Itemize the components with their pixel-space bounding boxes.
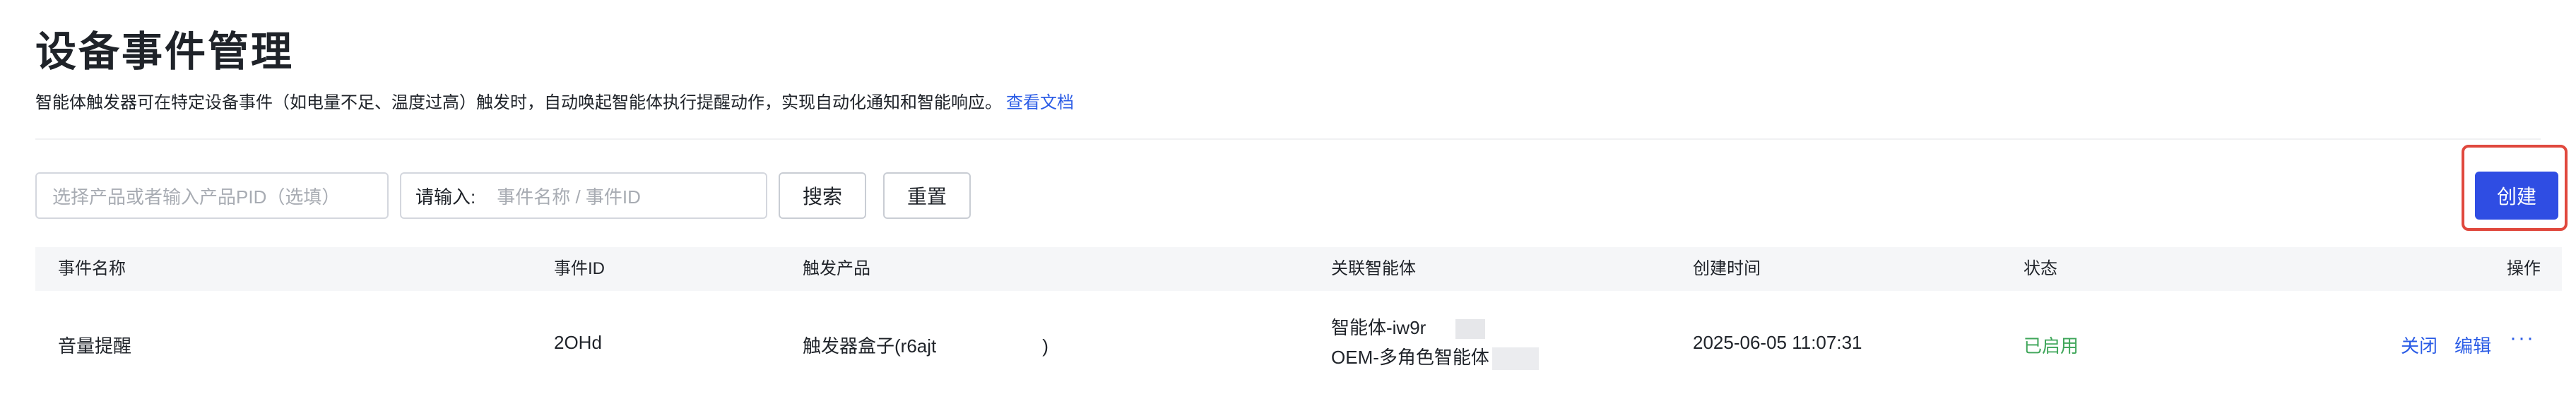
- column-actions: 操作: [2507, 259, 2541, 278]
- trigger-product-cell: 触发器盒子(r6ajt): [803, 332, 1048, 359]
- trigger-product-name: 触发器盒子(r6ajt: [803, 335, 937, 357]
- description-text: 智能体触发器可在特定设备事件（如电量不足、温度过高）触发时，自动唤起智能体执行提…: [35, 93, 1002, 112]
- page-title: 设备事件管理: [35, 29, 295, 75]
- linked-agent-1-label: 智能体-iw9r: [1331, 317, 1426, 338]
- event-name-cell: 音量提醒: [58, 335, 132, 357]
- product-select[interactable]: 选择产品或者输入产品PID（选填）: [35, 172, 389, 219]
- column-event-id: 事件ID: [554, 259, 605, 278]
- redaction-block: [1455, 319, 1486, 340]
- header-divider: [35, 138, 2541, 140]
- created-time-cell: 2025-06-05 11:07:31: [1693, 332, 1862, 353]
- edit-action-link[interactable]: 编辑: [2454, 332, 2491, 358]
- search-button[interactable]: 搜索: [779, 172, 866, 219]
- linked-agent-2[interactable]: OEM-多角色智能体: [1331, 343, 1539, 371]
- reset-button[interactable]: 重置: [883, 172, 971, 219]
- column-event-name: 事件名称: [58, 259, 126, 278]
- redaction-block: [1491, 347, 1539, 371]
- keyword-search-input[interactable]: 请输入: 事件名称 / 事件ID: [400, 172, 767, 219]
- column-created-time: 创建时间: [1693, 259, 1761, 278]
- page-description: 智能体触发器可在特定设备事件（如电量不足、温度过高）触发时，自动唤起智能体执行提…: [35, 89, 1074, 117]
- linked-agent-2-label: OEM-多角色智能体: [1331, 347, 1489, 368]
- keyword-prefix-label: 请输入:: [415, 186, 476, 208]
- redaction-mask: [1426, 318, 1456, 340]
- status-badge: 已启用: [2023, 335, 2079, 357]
- column-status: 状态: [2023, 259, 2057, 278]
- more-actions-icon[interactable]: ···: [2510, 328, 2535, 349]
- table-header: 事件名称 事件ID 触发产品 关联智能体 创建时间 状态 操作: [35, 247, 2562, 291]
- keyword-placeholder: 事件名称 / 事件ID: [497, 186, 641, 208]
- event-id-cell: 2OHd: [554, 332, 602, 353]
- redaction-mask: [936, 337, 1043, 359]
- create-button[interactable]: 创建: [2475, 172, 2558, 220]
- linked-agent-1[interactable]: 智能体-iw9r: [1331, 314, 1486, 340]
- product-select-placeholder: 选择产品或者输入产品PID（选填）: [52, 186, 341, 208]
- column-trigger-product: 触发产品: [803, 259, 870, 278]
- table-row: 音量提醒 2OHd 触发器盒子(r6ajt) 智能体-iw9r OEM-多角色智…: [35, 291, 2562, 394]
- trigger-product-suffix: ): [1042, 335, 1048, 357]
- view-docs-link[interactable]: 查看文档: [1006, 93, 1074, 112]
- device-event-management-page: 设备事件管理 智能体触发器可在特定设备事件（如电量不足、温度过高）触发时，自动唤…: [0, 0, 2576, 394]
- column-linked-agents: 关联智能体: [1331, 259, 1416, 278]
- disable-action-link[interactable]: 关闭: [2401, 332, 2438, 358]
